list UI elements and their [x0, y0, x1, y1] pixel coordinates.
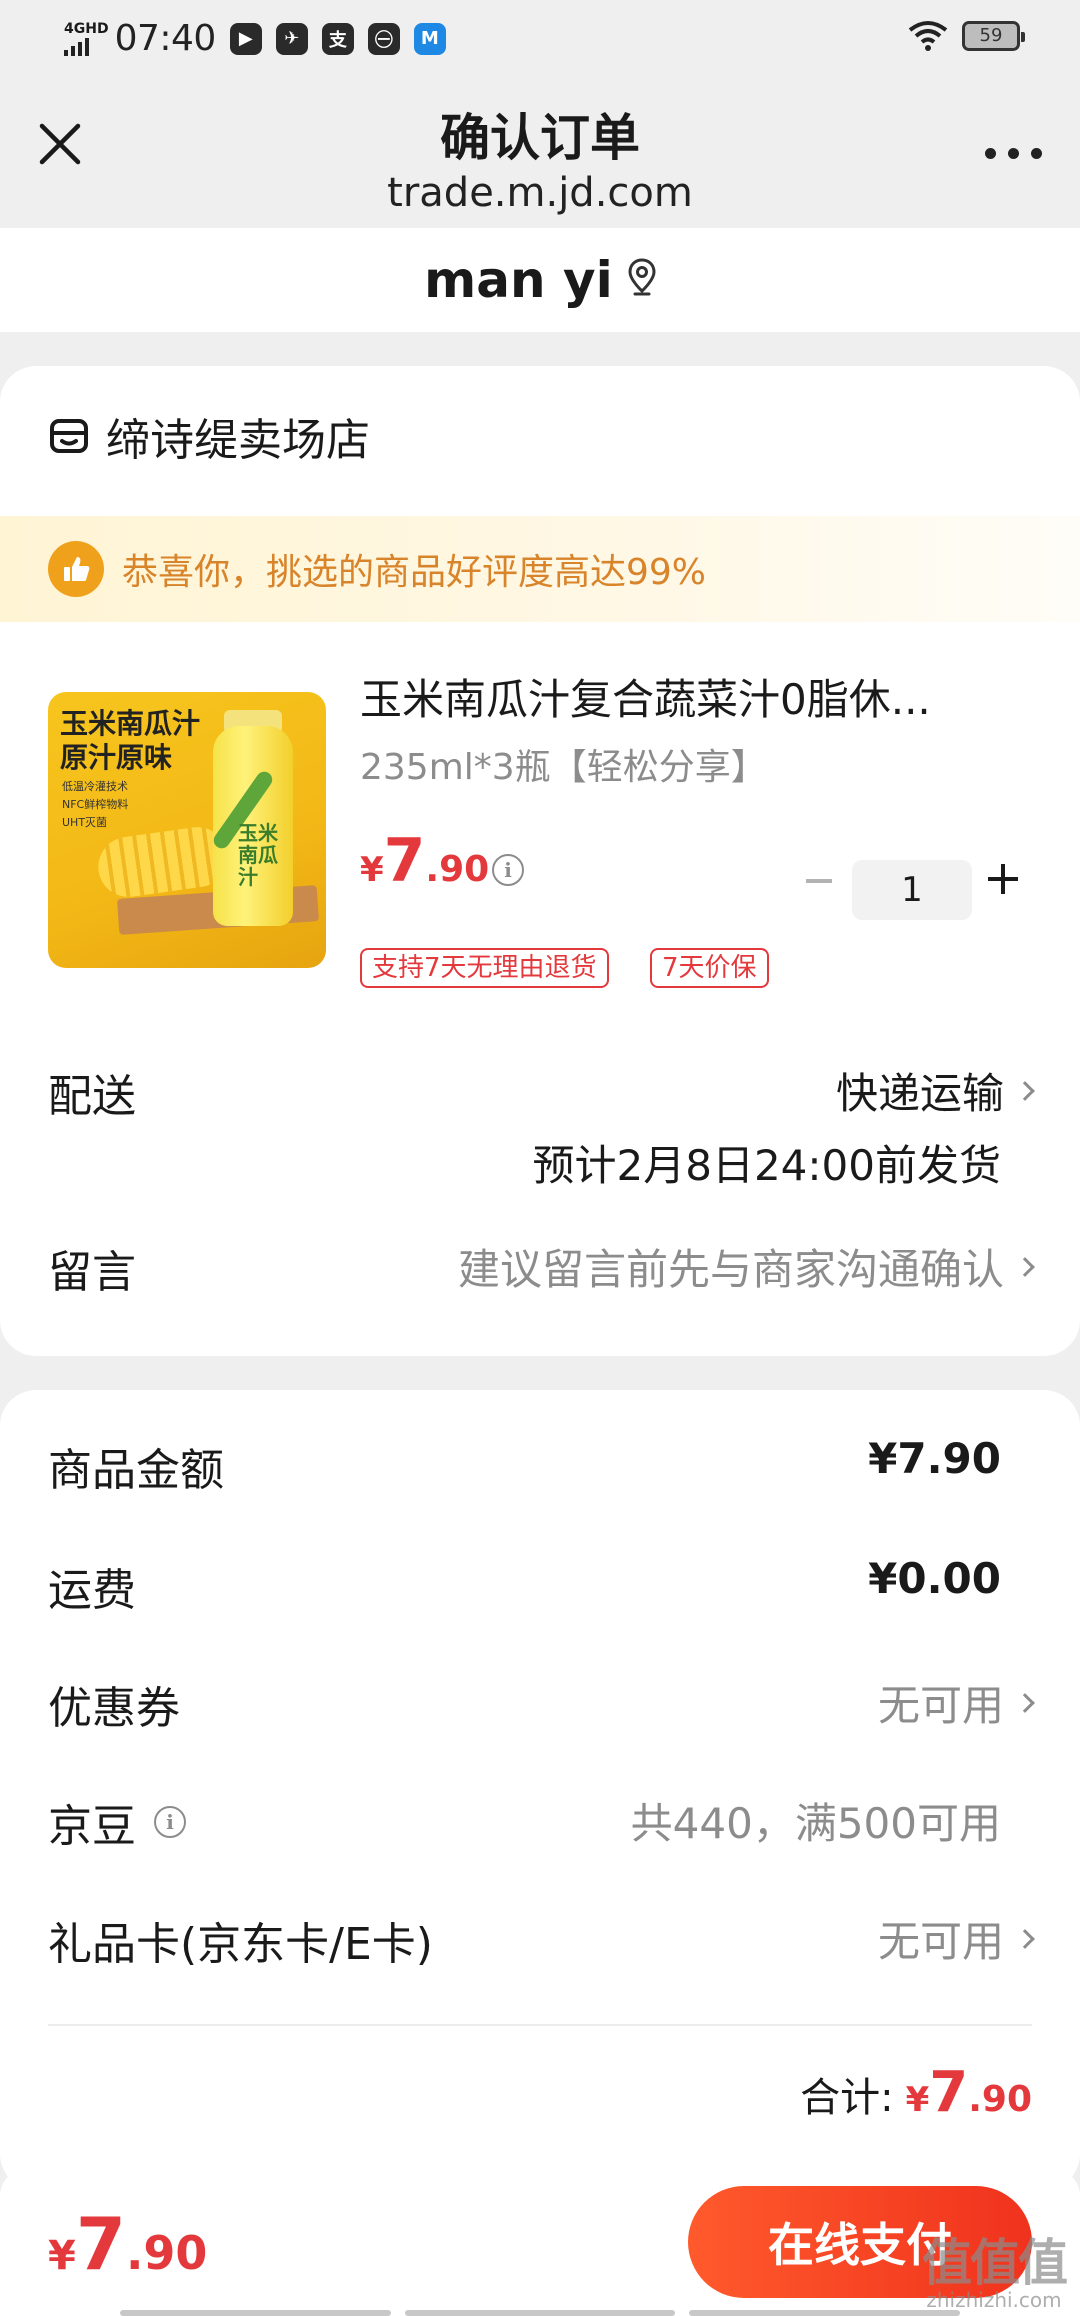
price-symbol: ¥	[905, 2080, 930, 2120]
order-total: 合计: ¥ 7 .90	[800, 2060, 1032, 2125]
watermark-logo: 值值值	[922, 2234, 1068, 2292]
coupon-selector[interactable]: 无可用	[877, 1672, 1035, 1733]
bank-app-icon: ㊀	[367, 22, 400, 55]
price-decimal: .90	[968, 2079, 1032, 2120]
checkout-bar: ¥ 7 .90 在线支付 值值值 zhizhizhi.com	[0, 2168, 1080, 2316]
video-app-icon: ▶	[229, 22, 262, 55]
product-spec: 235ml*3瓶【轻松分享】	[360, 747, 767, 788]
shop-name: 缔诗缇卖场店	[106, 415, 370, 466]
jingdou-value: 共440，满500可用	[631, 1790, 1032, 1851]
price-integer: 7	[929, 2060, 969, 2125]
image-feature: UHT灭菌	[62, 816, 108, 829]
coupon-value: 无可用	[877, 1681, 1004, 1730]
jingdou-row-label: 京豆 i	[48, 1790, 186, 1854]
return-policy-tag: 支持7天无理由退货	[360, 948, 609, 988]
shipping-fee-value: ¥0.00	[868, 1554, 1001, 1603]
jingdou-info-icon[interactable]: i	[154, 1806, 186, 1838]
nav-bar: 确认订单 trade.m.jd.com	[0, 80, 1080, 228]
wifi-icon	[908, 21, 948, 51]
price-decimal: .90	[125, 2226, 208, 2280]
giftcard-label: 礼品卡(京东卡/E卡)	[48, 1919, 433, 1970]
price-symbol: ¥	[48, 2233, 76, 2279]
image-feature: 低温冷灌技术	[62, 780, 128, 793]
alipay-app-icon: 支	[321, 22, 354, 55]
bottle-label: 玉米南瓜汁	[238, 821, 278, 889]
battery-icon: 59	[962, 21, 1025, 51]
quantity-decrease-button[interactable]	[806, 879, 832, 883]
checkout-price: ¥ 7 .90	[48, 2202, 207, 2286]
shop-header[interactable]: 缔诗缇卖场店	[48, 404, 370, 468]
goods-amount-label: 商品金额	[48, 1445, 224, 1496]
goods-amount-value: ¥7.90	[868, 1434, 1001, 1483]
location-pin-icon	[628, 258, 656, 296]
page-title: 确认订单	[440, 109, 640, 167]
message-label: 留言	[48, 1247, 136, 1298]
thumbs-up-icon	[48, 541, 104, 597]
status-time: 07:40	[114, 18, 217, 59]
jingdou-label: 京豆	[48, 1801, 136, 1852]
praise-text: 恭喜你，挑选的商品好评度高达99%	[122, 552, 707, 593]
corn-graphic	[94, 823, 232, 901]
product-price: ¥ 7 .90	[360, 826, 489, 896]
total-label: 合计:	[800, 2075, 894, 2121]
watermark-url: zhizhizhi.com	[926, 2288, 1062, 2312]
total-price: ¥ 7 .90	[906, 2060, 1032, 2125]
shipping-label: 运费	[48, 1565, 136, 1616]
store-icon	[50, 419, 88, 453]
delivery-estimate-text: 预计2月8日24:00前发货	[532, 1141, 1001, 1190]
delivery-method[interactable]: 快递运输	[835, 1060, 1035, 1121]
price-integer: 7	[75, 2202, 126, 2286]
page-url: trade.m.jd.com	[387, 170, 693, 216]
chevron-right-icon	[1015, 1928, 1035, 1949]
goods-amount: ¥7.90	[868, 1434, 1032, 1483]
quantity-increase-button[interactable]	[988, 864, 1018, 894]
more-options-icon[interactable]	[985, 148, 1042, 159]
price-symbol: ¥	[360, 850, 384, 890]
cellular-signal-icon: 4GHD	[64, 22, 109, 56]
shipping-fee: ¥0.00	[868, 1554, 1032, 1603]
coupon-label: 优惠券	[48, 1683, 180, 1734]
praise-banner: 恭喜你，挑选的商品好评度高达99%	[0, 516, 1080, 622]
network-type-label: 4GHD	[64, 20, 109, 37]
price-integer: 7	[383, 826, 426, 896]
jingdou-value-text: 共440，满500可用	[630, 1799, 1001, 1848]
price-summary-card: 商品金额 ¥7.90 运费 ¥0.00 优惠券 无可用 京豆 i 共440，满5…	[0, 1390, 1080, 2190]
shop-order-card: 缔诗缇卖场店 恭喜你，挑选的商品好评度高达99% 玉米南瓜汁 原汁原味 低温冷灌…	[0, 366, 1080, 1356]
home-indicator	[120, 2310, 961, 2316]
mail-app-icon: M	[413, 22, 446, 55]
status-bar: 4GHD 07:40 ▶ ✈ 支 ㊀ M 59	[0, 0, 1080, 80]
watermark: 值值值 zhizhizhi.com	[922, 2234, 1068, 2312]
image-subtitle: 原汁原味	[60, 741, 173, 774]
quantity-input[interactable]: 1	[852, 860, 972, 920]
price-info-icon[interactable]: i	[492, 854, 524, 886]
delivery-estimate: 预计2月8日24:00前发货	[533, 1132, 1032, 1193]
price-decimal: .90	[425, 849, 490, 890]
bird-app-icon: ✈	[275, 22, 308, 55]
recipient-name: man yi	[424, 251, 613, 309]
summary-divider	[48, 2024, 1032, 2026]
product-name[interactable]: 玉米南瓜汁复合蔬菜汁0脂休...	[360, 666, 1020, 727]
chevron-right-icon	[1015, 1692, 1035, 1713]
giftcard-selector[interactable]: 无可用	[877, 1908, 1035, 1969]
price-protection-tag: 7天价保	[650, 948, 769, 988]
giftcard-value: 无可用	[877, 1917, 1004, 1966]
message-field[interactable]: 建议留言前先与商家沟通确认	[457, 1236, 1035, 1297]
address-bar[interactable]: man yi	[0, 228, 1080, 332]
delivery-label: 配送	[48, 1071, 136, 1122]
product-image[interactable]: 玉米南瓜汁 原汁原味 低温冷灌技术 NFC鲜榨物料 UHT灭菌 玉米南瓜汁	[48, 692, 326, 968]
image-feature: NFC鲜榨物料	[62, 798, 129, 811]
chevron-right-icon	[1015, 1256, 1035, 1277]
message-placeholder: 建议留言前先与商家沟通确认	[457, 1245, 1004, 1294]
chevron-right-icon	[1015, 1080, 1035, 1101]
delivery-method-text: 快递运输	[835, 1069, 1004, 1118]
